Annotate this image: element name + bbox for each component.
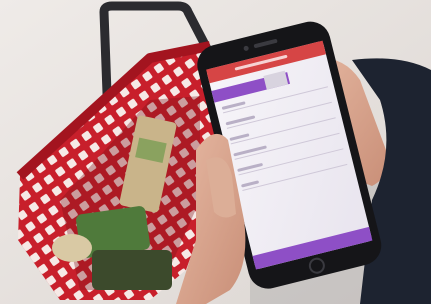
grocery-round-item [52,234,92,262]
photo-scene [0,0,431,304]
grocery-package-dark [92,250,172,290]
